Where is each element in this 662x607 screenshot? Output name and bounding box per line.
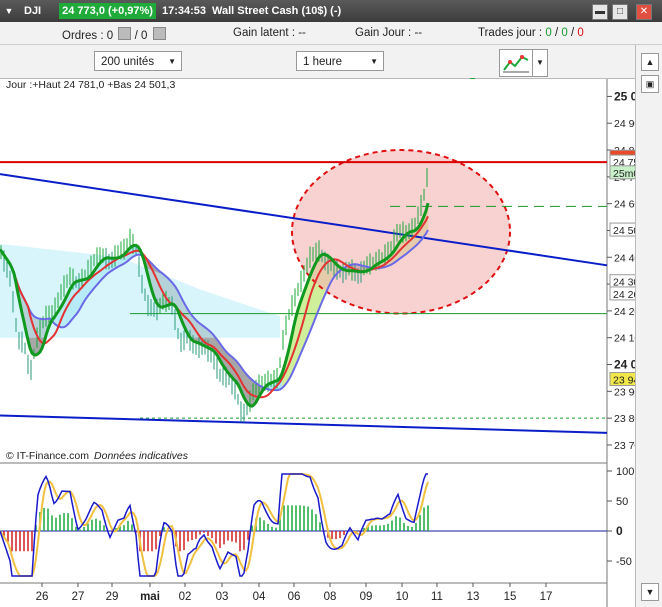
x-tick-label: 11 [431,591,443,603]
orders-field: Ordres : 0 / 0 [62,27,166,42]
chart-tools-dropdown[interactable]: ▼ [532,49,548,77]
x-tick-label: 10 [396,591,409,603]
y-tick-label: 24 000 [614,358,635,372]
grid-icon[interactable] [118,27,132,40]
y-tick-label: 24 600 [614,199,635,211]
price-change-badge: 24 773,0 (+0,97%) [59,3,156,19]
orders-value: 0 [106,30,114,42]
minimize-icon[interactable]: ▬ [592,4,608,20]
latent-value: -- [298,27,306,39]
trades-label: Trades jour : [478,27,543,39]
credit-line: © IT-Finance.com Données indicatives [6,450,189,462]
day-gain-value: -- [414,27,423,39]
day-gain-field: Gain Jour : -- [355,27,422,39]
title-bar: ▼ DJI 24 773,0 (+0,97%) 17:34:53 Wall St… [0,0,662,22]
y-axis: 25 00024 90024 80024 70024 60024 50024 4… [607,89,635,452]
x-tick-label: 15 [504,591,517,603]
y-tick-label: 24 900 [614,118,635,130]
credit-note: Données indicatives [94,450,189,462]
y-tick-label: 23 900 [614,386,635,398]
trades-field: Trades jour : 0 / 0 / 0 [478,27,584,39]
x-tick-label: 29 [106,591,119,603]
chevron-down-icon: ▼ [168,57,176,66]
info-bar: Ordres : 0 / 0 Gain latent : -- Gain Jou… [0,22,662,45]
highlight-ellipse [291,149,511,315]
trades-a: 0 [545,27,552,39]
orders-sep: / [134,30,138,42]
x-tick-label: 06 [288,591,301,603]
symbol-label: DJI [24,5,42,17]
instrument-name: Wall Street Cash (10$) (-) [212,5,342,17]
y-tick-label: 23 700 [614,440,635,452]
x-tick-label: 26 [36,591,49,603]
clock-label: 17:34:53 [161,5,206,17]
close-icon[interactable]: ✕ [636,4,652,20]
scroll-up-icon[interactable]: ▲ [641,53,659,71]
trades-sep-2: / [570,27,575,39]
lock-icon[interactable]: ▣ [641,75,659,93]
trades-c: 0 [577,27,584,39]
oscillator-axis: 100 50 0 -50 [607,466,634,568]
control-bar: 200 unités ▼ 1 heure ▼ ▼ [0,45,662,79]
right-toolbar: ▲ ▣ ▼ [635,45,662,607]
y-tick-label: 24 400 [614,252,635,264]
maximize-icon[interactable]: □ [612,4,628,20]
trades-sep-1: / [554,27,559,39]
y-tick-label: 24 100 [614,333,635,345]
price-tag-label: 24 501,5 [613,225,635,237]
collapse-icon[interactable]: ▼ [0,6,18,16]
grid-icon-2[interactable] [152,27,166,40]
chart-tools-button[interactable] [499,49,533,77]
price-tag-label: 25m06s [613,168,635,180]
chart-tools-icon [503,55,529,73]
x-tick-label: 13 [467,591,480,603]
price-chart[interactable]: 25 00024 90024 80024 70024 60024 50024 4… [0,79,635,607]
timeframe-select[interactable]: 1 heure ▼ [296,51,384,71]
highlight-ellipse-layer [291,149,511,315]
y-tick-label: 24 200 [614,306,635,318]
x-tick-label: 04 [253,591,266,603]
orders-value2: 0 [140,30,148,42]
indicator-legend: Jour :+Haut 24 781,0 +Bas 24 501,3 [6,79,175,91]
cloud-segment [310,271,312,332]
timeframe-value: 1 heure [303,56,343,68]
osc-tick-label: 100 [616,466,634,478]
price-tag-label: 24 263,2 [613,289,635,301]
units-value: 200 unités [101,56,155,68]
x-tick-label: 02 [179,591,192,603]
x-tick-label: 17 [540,591,553,603]
x-tick-label: 27 [72,591,85,603]
scroll-down-icon[interactable]: ▼ [641,583,659,601]
credit-text: © IT-Finance.com [6,450,89,462]
x-tick-label: 03 [216,591,229,603]
orders-label: Ordres : [62,30,104,42]
y-tick-label: 23 800 [614,413,635,425]
trades-b: 0 [561,27,568,39]
osc-tick-label: 50 [616,496,628,508]
x-tick-label: 09 [360,591,373,603]
price-tag-label: 23 944 [613,375,635,387]
latent-field: Gain latent : -- [233,27,306,39]
osc-tick-label: 0 [616,524,623,538]
x-axis: 26 27 29 mai 02 03 04 06 08 09 10 11 13 15 17 [36,583,553,603]
latent-label: Gain latent : [233,27,296,39]
units-select[interactable]: 200 unités ▼ [94,51,182,71]
x-tick-label: 08 [324,591,337,603]
day-gain-label: Gain Jour : [355,27,412,39]
y-tick-label: 25 000 [614,89,635,103]
x-tick-label: mai [140,591,160,603]
osc-tick-label: -50 [616,556,632,568]
chevron-down-icon-2: ▼ [370,57,378,66]
